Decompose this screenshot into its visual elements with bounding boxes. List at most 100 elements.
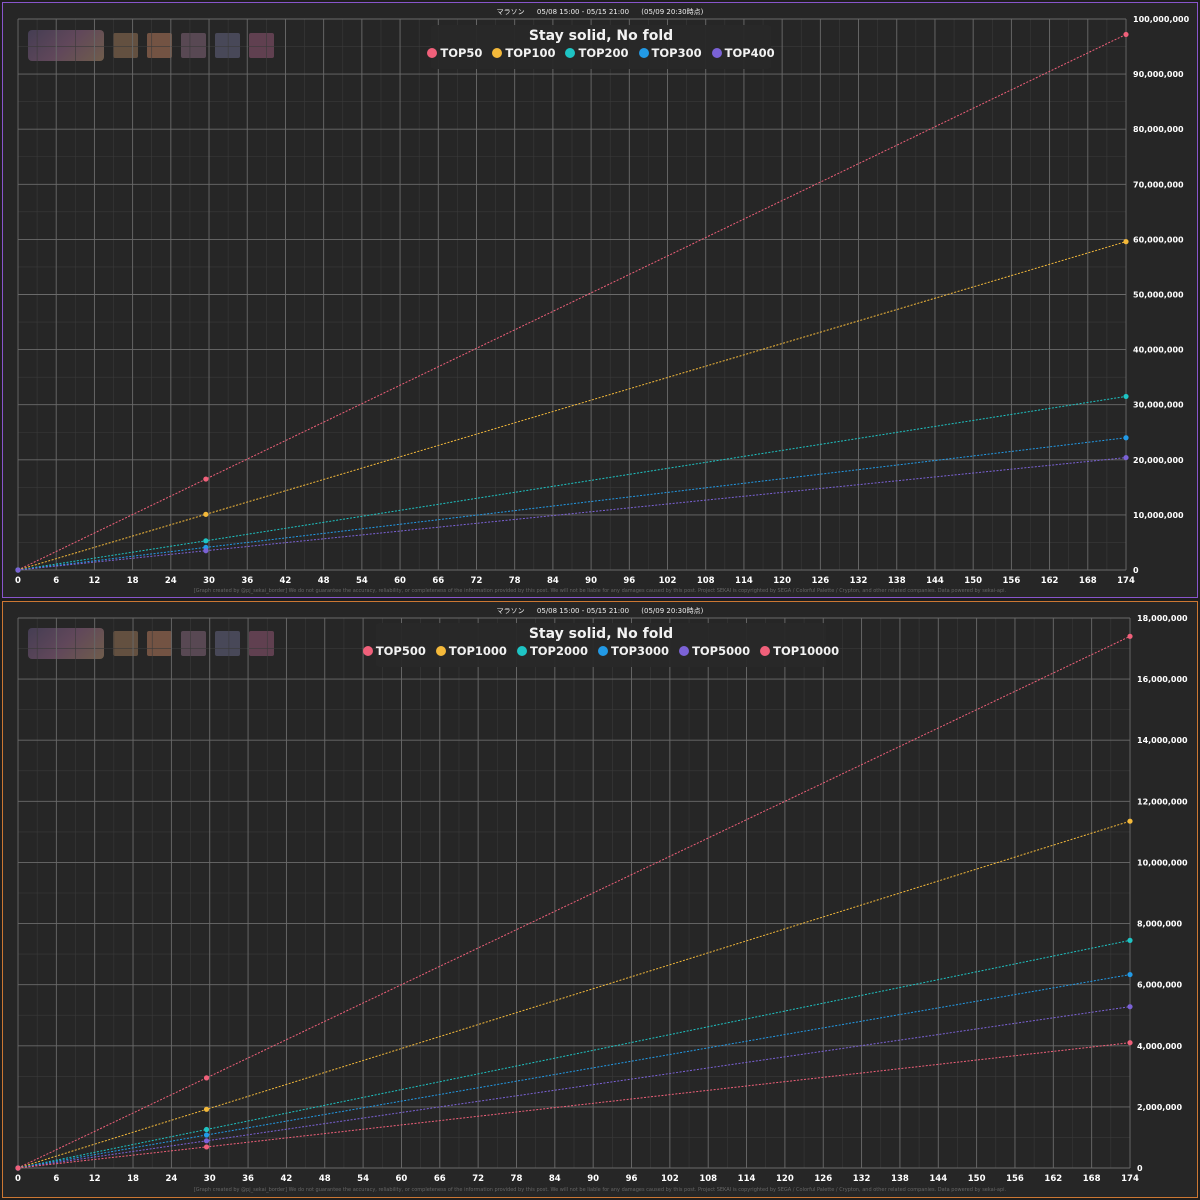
- x-tick-label: 54: [357, 1174, 369, 1184]
- legend-items: TOP50 TOP100 TOP200 TOP300 TOP400: [427, 46, 775, 60]
- data-point: [1123, 239, 1129, 245]
- chart-panel-top: マラソン 05/08 15:00 - 05/15 21:00 (05/09 20…: [2, 2, 1198, 598]
- chart-legend: Stay solid, No fold TOP50 TOP100 TOP200 TOP…: [427, 25, 775, 69]
- legend-swatch: [492, 48, 503, 58]
- legend-item[interactable]: TOP5000: [679, 644, 750, 658]
- x-tick-label: 90: [587, 1174, 599, 1184]
- legend-item[interactable]: TOP50: [427, 46, 482, 60]
- data-point: [15, 567, 21, 573]
- x-tick-label: 144: [929, 1174, 947, 1184]
- data-point: [203, 1075, 210, 1081]
- chart-panel-bottom: マラソン 05/08 15:00 - 05/15 21:00 (05/09 20…: [2, 601, 1198, 1198]
- legend-item[interactable]: TOP200: [565, 46, 629, 60]
- legend-label: TOP3000: [611, 644, 670, 658]
- x-tick-label: 168: [1079, 576, 1097, 586]
- x-tick-label: 168: [1083, 1174, 1101, 1184]
- legend-items: TOP500 TOP1000 TOP2000 TOP3000 TOP5000 TOP100…: [362, 644, 839, 658]
- x-tick-label: 0: [15, 1174, 21, 1184]
- y-tick-label: 100,000,000: [1133, 15, 1190, 24]
- y-tick-label: 14,000,000: [1137, 736, 1188, 745]
- y-tick-label: 18,000,000: [1137, 614, 1188, 623]
- x-tick-label: 30: [204, 1174, 216, 1184]
- x-tick-label: 66: [434, 1174, 446, 1184]
- x-tick-label: 150: [964, 576, 982, 586]
- legend-item[interactable]: TOP100: [492, 46, 555, 60]
- legend-label: TOP100: [505, 46, 556, 60]
- legend-label: TOP5000: [692, 644, 751, 658]
- legend-item[interactable]: TOP300: [638, 46, 702, 60]
- y-tick-label: 0: [1137, 1164, 1143, 1173]
- x-tick-label: 156: [1003, 576, 1021, 586]
- legend-swatch: [516, 646, 527, 656]
- y-tick-label: 12,000,000: [1137, 797, 1188, 806]
- x-tick-label: 132: [853, 1174, 871, 1184]
- legend-item[interactable]: TOP3000: [598, 644, 669, 658]
- x-tick-label: 90: [585, 576, 597, 586]
- x-tick-label: 6: [53, 576, 59, 586]
- y-tick-label: 70,000,000: [1133, 180, 1184, 189]
- y-axis: 0 2,000,000 4,000,000 6,000,000 8,000,000 10,…: [1137, 614, 1188, 1173]
- x-tick-label: 162: [1044, 1174, 1062, 1184]
- x-tick-label: 102: [661, 1174, 679, 1184]
- footer-disclaimer: [Graph created by @pj_sekai_border] We d…: [193, 588, 1007, 594]
- y-tick-label: 2,000,000: [1137, 1103, 1182, 1112]
- x-tick-label: 60: [396, 1174, 408, 1184]
- x-tick-label: 120: [776, 1174, 794, 1184]
- x-tick-label: 138: [888, 576, 906, 586]
- y-tick-label: 10,000,000: [1137, 858, 1188, 867]
- y-tick-label: 50,000,000: [1133, 291, 1184, 300]
- x-tick-label: 42: [280, 576, 292, 586]
- legend-swatch: [679, 646, 690, 656]
- legend-item[interactable]: TOP1000: [435, 644, 507, 658]
- x-tick-label: 156: [1006, 1174, 1024, 1184]
- x-axis: 0 6 12 18 24 30 36 42 48 54 60 66 72 78 84 90 96 102 108 11…: [15, 576, 1135, 586]
- legend-label: TOP50: [440, 46, 483, 60]
- x-tick-label: 24: [165, 576, 177, 586]
- x-tick-label: 126: [814, 1174, 832, 1184]
- legend-label: TOP2000: [529, 644, 588, 658]
- x-tick-label: 84: [547, 576, 559, 586]
- data-point: [1127, 937, 1133, 943]
- y-tick-label: 80,000,000: [1133, 125, 1184, 134]
- legend-label: TOP200: [578, 46, 629, 60]
- y-tick-label: 6,000,000: [1137, 981, 1182, 990]
- chart-title: Stay solid, No fold: [528, 626, 674, 642]
- legend-item[interactable]: TOP400: [711, 46, 775, 60]
- legend-label: TOP10000: [773, 644, 840, 658]
- data-point: [1127, 1040, 1133, 1046]
- x-tick-label: 144: [926, 576, 944, 586]
- legend-label: TOP1000: [448, 644, 507, 658]
- x-tick-label: 78: [509, 576, 521, 586]
- data-point: [1123, 435, 1129, 441]
- legend-swatch: [711, 48, 722, 58]
- data-point: [203, 511, 209, 517]
- y-tick-label: 16,000,000: [1137, 675, 1188, 684]
- legend-item[interactable]: TOP2000: [516, 644, 588, 658]
- x-axis: 0 6 12 18 24 30 36 42 48 54 60 66 72 78 84 90 96 102 108 11…: [15, 1174, 1139, 1184]
- x-tick-label: 12: [88, 576, 100, 586]
- y-tick-label: 20,000,000: [1133, 456, 1184, 465]
- legend-item[interactable]: TOP10000: [760, 644, 839, 658]
- legend-label: TOP300: [651, 46, 702, 60]
- x-tick-label: 48: [319, 1174, 331, 1184]
- x-tick-label: 42: [280, 1174, 292, 1184]
- y-tick-label: 0: [1133, 566, 1139, 575]
- legend-swatch: [427, 48, 438, 58]
- x-tick-label: 132: [850, 576, 868, 586]
- x-tick-label: 96: [626, 1174, 638, 1184]
- legend-item[interactable]: TOP500: [362, 644, 426, 658]
- x-tick-label: 18: [127, 576, 139, 586]
- y-tick-label: 30,000,000: [1133, 401, 1184, 410]
- data-point: [1123, 393, 1129, 400]
- footer-disclaimer: [Graph created by @pj_sekai_border] We d…: [193, 1187, 1007, 1193]
- x-tick-label: 30: [203, 576, 215, 586]
- legend-label: TOP400: [724, 46, 775, 60]
- y-axis: 0 10,000,000 20,000,000 30,000,000 40,000,00…: [1133, 15, 1190, 575]
- x-tick-label: 18: [127, 1174, 139, 1184]
- x-tick-label: 84: [549, 1174, 561, 1184]
- y-tick-label: 8,000,000: [1137, 920, 1182, 929]
- x-tick-label: 12: [89, 1174, 101, 1184]
- x-tick-label: 66: [432, 576, 444, 586]
- y-tick-label: 90,000,000: [1133, 70, 1184, 79]
- legend-swatch: [598, 646, 608, 656]
